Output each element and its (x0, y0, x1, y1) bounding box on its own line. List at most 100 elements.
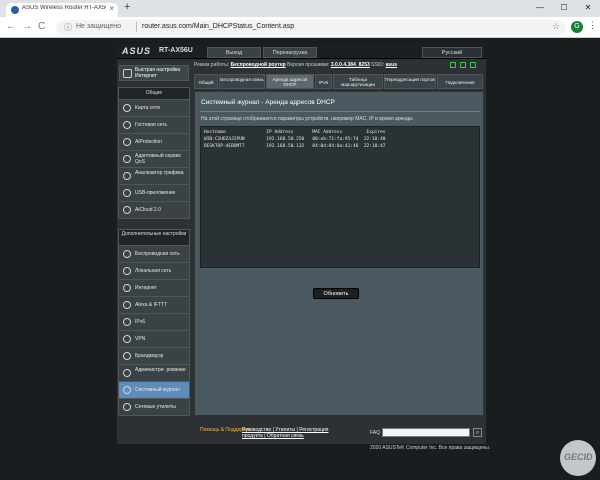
sidebar-item-firewall[interactable]: Брандмауэр (119, 347, 189, 364)
internet-status-icon[interactable] (460, 62, 466, 68)
title-divider (200, 111, 480, 112)
dhcp-log-textarea[interactable]: Hostname IP Address MAC Address Expires … (200, 126, 480, 268)
url-text[interactable]: router.asus.com/Main_DHCPStatus_Content.… (142, 23, 294, 30)
maximize-button[interactable]: ☐ (552, 0, 576, 17)
guest-network-icon (123, 121, 131, 129)
sidebar-item-aicloud[interactable]: AiCloud 2.0 (119, 201, 189, 218)
profile-avatar[interactable]: G (571, 21, 583, 33)
general-menu: Общие Карта сети Гостевая сеть AiProtect… (118, 87, 190, 219)
page-title: Системный журнал - Аренда адресов DHCP (201, 99, 335, 106)
tab-ipv6[interactable]: IPv6 (315, 74, 332, 89)
advanced-menu: Дополнительные настройки Беспроводная се… (118, 229, 190, 416)
status-line: Режим работы: Беспроводной роутер Версия… (194, 62, 484, 72)
browser-menu-icon[interactable]: ⋮ (588, 20, 597, 31)
content-tabs: Общий Беспроводная связь Аренда адресов … (194, 74, 484, 89)
footer: Помощь & Поддержка Руководство | Утилиты… (194, 425, 484, 440)
traffic-icon (123, 172, 131, 180)
tab-port-forwarding[interactable]: Переадресация портов (384, 74, 436, 89)
divider (136, 22, 137, 32)
tab-dhcp-leases[interactable]: Аренда адресов DHCP (266, 74, 314, 89)
page-description: На этой странице отображаются параметры … (201, 116, 413, 122)
minimize-button[interactable]: — (528, 0, 552, 17)
asus-logo: ASUS (122, 46, 152, 56)
firmware-value[interactable]: 3.0.0.4.384_8253 (331, 62, 370, 68)
ssid-value[interactable]: asus (386, 62, 397, 68)
tab-wireless[interactable]: Беспроводная связь (219, 74, 265, 89)
network-map-icon (123, 104, 131, 112)
lan-icon (123, 267, 131, 275)
admin-icon (123, 369, 131, 377)
ipv6-icon (123, 318, 131, 326)
sidebar-item-traffic-analyzer[interactable]: Анализатор трафика (119, 167, 189, 184)
language-select[interactable]: Русский (422, 47, 482, 58)
vpn-icon (123, 335, 131, 343)
system-log-icon (123, 386, 131, 394)
browser-tab[interactable]: ASUS Wireless Router RT-AX56... × (6, 3, 118, 17)
sidebar-item-system-log[interactable]: Системный журнал (119, 381, 189, 398)
window-controls: — ☐ ✕ (528, 0, 600, 17)
sidebar-item-vpn[interactable]: VPN (119, 330, 189, 347)
router-model: RT-AX56U (159, 47, 193, 54)
advanced-menu-title: Дополнительные настройки (119, 230, 189, 245)
faq-label: FAQ (370, 430, 381, 436)
mode-value[interactable]: Беспроводной роутер (231, 62, 286, 68)
sidebar-item-guest-network[interactable]: Гостевая сеть (119, 116, 189, 133)
faq-search-input[interactable] (382, 428, 470, 437)
sidebar-item-wan[interactable]: Интернет (119, 279, 189, 296)
general-menu-title: Общие (119, 88, 189, 99)
firewall-icon (123, 352, 131, 360)
forward-button[interactable]: → (22, 21, 32, 32)
log-row: DESKTOP-4EBOMT7 192.168.50.132 04:0d:04:… (204, 144, 386, 149)
info-icon[interactable]: ⓘ (64, 22, 72, 33)
logout-button[interactable]: Выход (207, 47, 261, 58)
firmware-label: Версия прошивки: (287, 62, 330, 68)
log-row: WIN-C2HDZ4JIPUN 192.168.50.250 00:eb:71:… (204, 137, 386, 142)
sidebar-item-lan[interactable]: Локальная сеть (119, 262, 189, 279)
refresh-button[interactable]: Обновить (313, 288, 359, 299)
url-input[interactable]: ⓘ Не защищено router.asus.com/Main_DHCPS… (56, 20, 566, 35)
close-window-button[interactable]: ✕ (576, 0, 600, 17)
wireless-icon (123, 250, 131, 258)
address-bar: ← → C ⓘ Не защищено router.asus.com/Main… (0, 17, 600, 38)
quick-setup-button[interactable]: Быстрая настройка Интернет (119, 65, 189, 81)
footer-links-line2[interactable]: продукта | Обратная связь (242, 433, 328, 439)
sidebar-item-network-map[interactable]: Карта сети (119, 99, 189, 116)
sidebar-item-administration[interactable]: Администри- рование (119, 364, 189, 381)
alexa-icon (123, 301, 131, 309)
shield-icon (123, 138, 131, 146)
sidebar-item-qos[interactable]: Адаптивный сервис QoS (119, 150, 189, 167)
new-tab-button[interactable]: + (124, 1, 130, 13)
wizard-icon (123, 69, 132, 78)
tab-close-icon[interactable]: × (109, 4, 114, 13)
reboot-button[interactable]: Перезагрузка (263, 47, 317, 58)
footer-links[interactable]: Руководство | Утилиты | Регистрация прод… (242, 427, 328, 439)
qos-icon (123, 155, 131, 163)
mode-label: Режим работы: (194, 62, 230, 68)
log-header-row: Hostname IP Address MAC Address Expires (204, 130, 386, 135)
back-button[interactable]: ← (6, 21, 16, 32)
tools-icon (123, 403, 131, 411)
globe-icon (123, 284, 131, 292)
search-icon[interactable]: ⌕ (473, 428, 482, 437)
favicon-icon (11, 6, 19, 14)
ssid-label: SSID: (371, 62, 385, 68)
router-page: ASUS RT-AX56U Выход Перезагрузка Русский… (117, 44, 486, 444)
usb-status-icon[interactable] (470, 62, 476, 68)
sidebar-item-alexa[interactable]: Alexa & IFTTT (119, 296, 189, 313)
sidebar-item-ipv6[interactable]: IPv6 (119, 313, 189, 330)
tab-title: ASUS Wireless Router RT-AX56... (22, 5, 106, 11)
browser-tab-strip: ASUS Wireless Router RT-AX56... × + — ☐ … (0, 0, 600, 17)
security-label: Не защищено (76, 23, 121, 30)
content-panel: Системный журнал - Аренда адресов DHCP Н… (194, 91, 484, 416)
sidebar-item-aiprotection[interactable]: AiProtection (119, 133, 189, 150)
copyright: 2020 ASUSTeK Computer Inc. Все права защ… (370, 445, 491, 451)
sidebar-item-usb[interactable]: USB-приложение (119, 184, 189, 201)
network-status-icon[interactable] (450, 62, 456, 68)
sidebar-item-network-tools[interactable]: Сетевые утилиты (119, 398, 189, 415)
bookmark-star-icon[interactable]: ☆ (552, 21, 560, 32)
sidebar-item-wireless[interactable]: Беспроводная сеть (119, 245, 189, 262)
tab-routing-table[interactable]: Таблица маршрутизации (333, 74, 383, 89)
tab-connections[interactable]: Подключения (437, 74, 483, 89)
reload-button[interactable]: C (38, 21, 45, 32)
tab-general[interactable]: Общий (194, 74, 218, 89)
